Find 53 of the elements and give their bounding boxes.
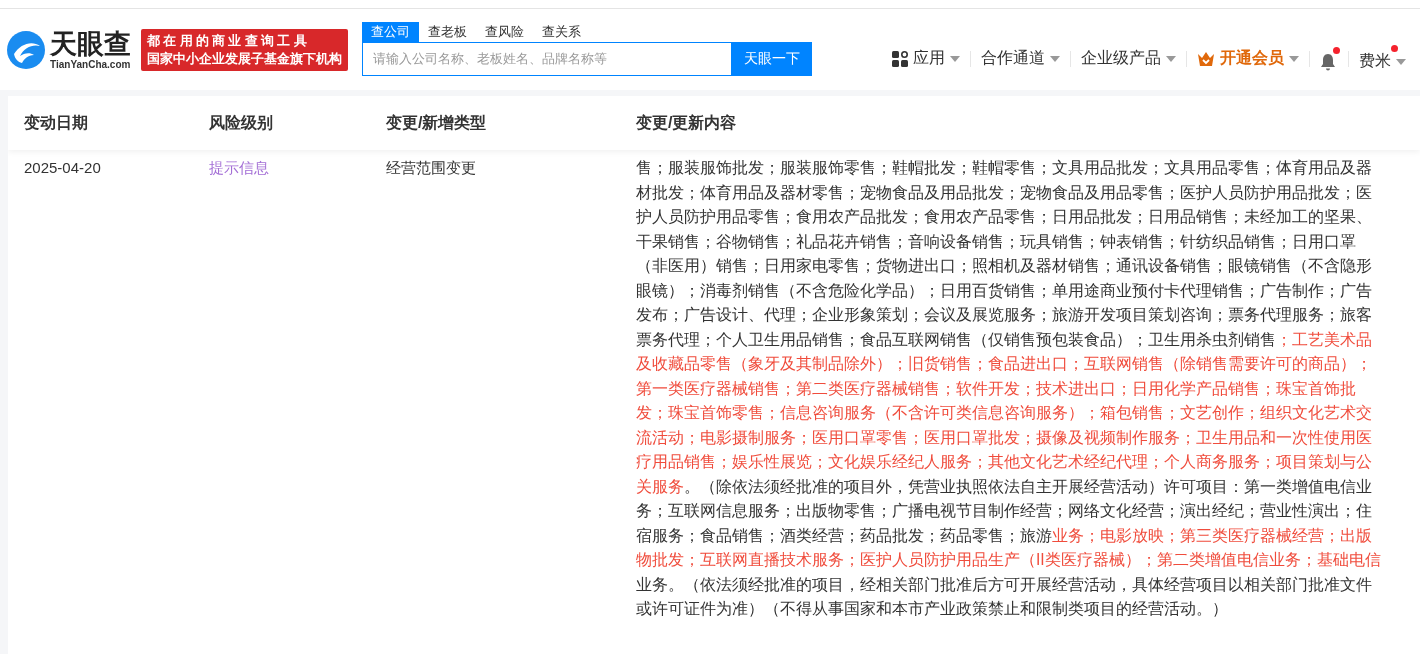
table-cell-text: 经营范围变更	[386, 158, 477, 178]
logo-icon	[6, 29, 46, 70]
search-tab[interactable]: 查老板	[419, 21, 476, 42]
content-text: 干果销售；谷物销售；礼品花卉销售；音响设备销售；玩具销售；钟表销售；针纺织品销售；日用口罩	[636, 231, 1356, 252]
column-header: 风险级别	[209, 112, 274, 133]
nav-menu[interactable]: 合作通道	[979, 48, 1062, 69]
content-text: 材批发；体育用品及器材零售；宠物食品及用品批发；宠物食品及用品零售；医护人员防护用品批发；医	[636, 182, 1372, 203]
bell-icon	[1320, 52, 1336, 71]
highlighted-text: 疗用品销售；娱乐性展览；文化娱乐经纪人服务；其他文化艺术经纪代理；个人商务服务；项目策划与公	[636, 452, 1372, 472]
content-text: 务；互联网信息服务；出版物零售；广播电视节目制作经营；网络文化经营；演出经纪；营业性演出；住	[636, 501, 1372, 521]
search-tab[interactable]: 查风险	[476, 21, 533, 42]
content-text: 眼镜）；消毒剂销售（不含危险化学品）；日用百货销售；单用途商业预付卡代理销售；广告制作；广告	[636, 280, 1372, 301]
apps-menu[interactable]: 应用	[890, 48, 962, 69]
caret-icon	[1289, 55, 1299, 62]
content-text: 业务。（依法须经批准的项目，经相关部门批准后方可开展经营活动，具体经营项目以相关部门批准文件	[636, 574, 1372, 595]
content-text: 护人员防护用品零售；食用农产品批发；食用农产品零售；日用品批发；日用品销售；未经加工的坚果、	[636, 207, 1372, 227]
content-text: 发布；广告设计、代理；企业形象策划；会议及展览服务；旅游开发项目策划咨询；票务代理服务；旅客	[636, 305, 1372, 325]
column-header: 变更/新增类型	[386, 112, 488, 133]
slogan-text: 都在用的商业查询工具	[147, 31, 311, 50]
search-tab[interactable]: 查关系	[533, 21, 590, 42]
search-field[interactable]: 请输入公司名称、老板姓名、品牌名称等	[362, 41, 732, 76]
content-text: 票务代理；个人卫生用品销售；食品互联网销售（仅销售预包装食品）；卫生用杀虫剂销售	[636, 329, 1276, 350]
highlighted-text: 流活动；电影摄制服务；医用口罩零售；医用口罩批发；摄像及视频制作服务；卫生用品和一次性使用医	[636, 427, 1372, 448]
highlighted-text: ；工艺美术品	[1276, 329, 1372, 350]
column-header: 变动日期	[24, 112, 89, 133]
notification-button[interactable]	[1318, 46, 1340, 71]
slogan-text: 国家中小企业发展子基金旗下机构	[147, 49, 342, 68]
logo-name: 天眼查	[50, 29, 131, 59]
search-tab[interactable]: 查公司	[362, 21, 419, 42]
highlighted-text: 业务；电影放映；第三类医疗器械经营；出版	[1052, 525, 1372, 546]
table-cell-text: 2025-04-20	[24, 158, 102, 178]
nav-menu[interactable]: 企业级产品	[1079, 48, 1178, 69]
content-text: 宿服务；食品销售；酒类经营；药品批发；药品零售；旅游	[636, 525, 1052, 546]
risk-level[interactable]: 提示信息	[209, 156, 386, 622]
caret-icon	[1166, 55, 1176, 62]
content-text: 售；服装服饰批发；服装服饰零售；鞋帽批发；鞋帽零售；文具用品批发；文具用品零售；体育用品及器	[636, 158, 1372, 178]
caret-icon	[950, 55, 960, 62]
highlighted-text: 关服务	[636, 476, 684, 497]
search-button[interactable]: 天眼一下	[732, 41, 812, 76]
caret-icon	[1396, 58, 1406, 65]
highlighted-text: 发；珠宝首饰零售；信息咨询服务（不含许可类信息咨询服务）；箱包销售；文艺创作；组织文化艺术交	[636, 403, 1372, 423]
column-header: 变更/更新内容	[636, 112, 738, 133]
highlighted-text: 物批发；互联网直播技术服务；医护人员防护用品生产（II类医疗器械）；第二类增值电信业务；基础电信	[636, 550, 1381, 570]
crown-icon	[1197, 50, 1215, 67]
content-text: （非医用）销售；日用家电零售；货物进出口；照相机及器材销售；通讯设备销售；眼镜销售（不含隐形	[636, 256, 1372, 276]
logo-domain: TianYanCha.com	[50, 59, 131, 70]
highlighted-text: 第一类医疗器械销售；第二类医疗器械销售；软件开发；技术进出口；日用化学产品销售；珠宝首饰批	[636, 378, 1356, 399]
user-menu[interactable]: 费米	[1357, 45, 1410, 72]
caret-icon	[1050, 55, 1060, 62]
grid-icon	[892, 50, 908, 67]
content-text: 或许可证件为准）（不得从事国家和本市产业政策禁止和限制类项目的经营活动。）	[636, 599, 1228, 619]
highlighted-text: 及收藏品零售（象牙及其制品除外）；旧货销售；食品进出口；互联网销售（除销售需要许可的商品）；	[636, 354, 1372, 374]
content-text: 。（除依法须经批准的项目外，凭营业执照依法自主开展经营活动）许可项目：第一类增值电信业	[684, 476, 1372, 497]
